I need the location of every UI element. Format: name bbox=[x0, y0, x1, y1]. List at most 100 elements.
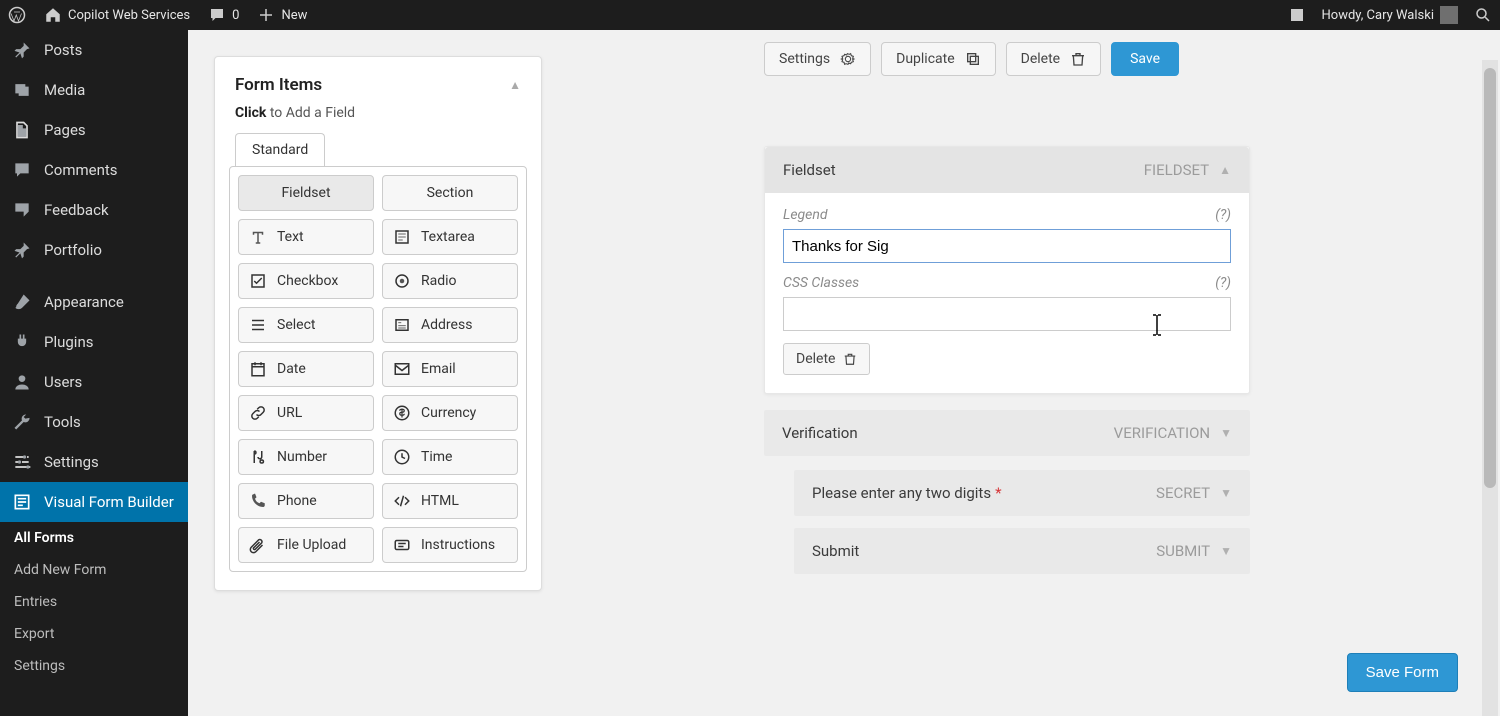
page-icon bbox=[12, 120, 32, 140]
block-submit[interactable]: Submit SUBMIT ▼ bbox=[794, 528, 1250, 574]
fi-label: Address bbox=[421, 317, 472, 333]
help-icon[interactable]: (?) bbox=[1215, 207, 1231, 223]
search-toggle[interactable] bbox=[1474, 6, 1492, 24]
sidebar-item-settings[interactable]: Settings bbox=[0, 442, 188, 482]
fi-email[interactable]: Email bbox=[382, 351, 518, 387]
submenu-add-new-form[interactable]: Add New Form bbox=[0, 554, 188, 586]
wordpress-icon bbox=[8, 6, 26, 24]
legend-input[interactable] bbox=[783, 229, 1231, 263]
sidebar-label: Feedback bbox=[44, 201, 109, 219]
submenu-settings[interactable]: Settings bbox=[0, 650, 188, 682]
comments-link[interactable]: 0 bbox=[208, 6, 239, 24]
fi-label: Section bbox=[427, 185, 474, 201]
fi-label: Checkbox bbox=[277, 273, 338, 289]
fi-section[interactable]: Section bbox=[382, 175, 518, 211]
fi-textarea[interactable]: Textarea bbox=[382, 219, 518, 255]
submenu-entries[interactable]: Entries bbox=[0, 586, 188, 618]
sidebar-item-comments[interactable]: Comments bbox=[0, 150, 188, 190]
css-classes-input[interactable] bbox=[783, 297, 1231, 331]
site-title: Copilot Web Services bbox=[68, 8, 190, 23]
chevron-down-icon[interactable]: ▼ bbox=[1220, 486, 1232, 500]
block-type: SECRET bbox=[1156, 484, 1210, 502]
scrollbar-thumb[interactable] bbox=[1484, 68, 1496, 488]
duplicate-button[interactable]: Duplicate bbox=[881, 42, 996, 76]
site-link[interactable]: Copilot Web Services bbox=[44, 6, 190, 24]
fi-html[interactable]: HTML bbox=[382, 483, 518, 519]
notifications[interactable] bbox=[1288, 6, 1306, 24]
sidebar-label: Pages bbox=[44, 121, 86, 139]
fi-select[interactable]: Select bbox=[238, 307, 374, 343]
block-delete-button[interactable]: Delete bbox=[783, 343, 870, 375]
verification-children: Please enter any two digits* SECRET ▼ Su… bbox=[764, 456, 1250, 600]
fi-label: Fieldset bbox=[281, 185, 330, 201]
chevron-down-icon[interactable]: ▼ bbox=[1220, 426, 1232, 440]
fi-instructions[interactable]: Instructions bbox=[382, 527, 518, 563]
gear-icon bbox=[840, 51, 856, 67]
sidebar-label: Appearance bbox=[44, 293, 124, 311]
delete-button[interactable]: Delete bbox=[1006, 42, 1101, 76]
adminbar: Copilot Web Services 0 New Howdy, Cary W… bbox=[0, 0, 1500, 30]
sidebar-item-visual-form-builder[interactable]: Visual Form Builder bbox=[0, 482, 188, 522]
new-label: New bbox=[281, 8, 307, 23]
fi-fieldset[interactable]: Fieldset bbox=[238, 175, 374, 211]
submenu-all-forms[interactable]: All Forms bbox=[0, 522, 188, 554]
save-button[interactable]: Save bbox=[1111, 42, 1179, 76]
wrench-icon bbox=[12, 412, 32, 432]
chevron-down-icon[interactable]: ▼ bbox=[1220, 544, 1232, 558]
form-items-panel: Form Items▲ Click to Add a Field Standar… bbox=[214, 56, 542, 591]
select-icon bbox=[249, 316, 267, 334]
sidebar-item-portfolio[interactable]: Portfolio bbox=[0, 230, 188, 270]
block-header[interactable]: Fieldset FIELDSET ▲ bbox=[765, 147, 1249, 193]
block-verification-wrap: Verification VERIFICATION ▼ Please enter… bbox=[764, 410, 1250, 600]
fi-radio[interactable]: Radio bbox=[382, 263, 518, 299]
block-fieldset[interactable]: Fieldset FIELDSET ▲ Legend(?) CSS Classe… bbox=[764, 146, 1250, 394]
fi-address[interactable]: Address bbox=[382, 307, 518, 343]
fi-time[interactable]: Time bbox=[382, 439, 518, 475]
panel-collapse-icon[interactable]: ▲ bbox=[509, 78, 521, 92]
fi-url[interactable]: URL bbox=[238, 395, 374, 431]
comment-icon bbox=[208, 6, 226, 24]
css-classes-label: CSS Classes(?) bbox=[783, 275, 1231, 291]
sidebar-item-posts[interactable]: Posts bbox=[0, 30, 188, 70]
home-icon bbox=[44, 6, 62, 24]
submenu-export[interactable]: Export bbox=[0, 618, 188, 650]
fi-phone[interactable]: Phone bbox=[238, 483, 374, 519]
wp-logo[interactable] bbox=[8, 6, 26, 24]
help-icon[interactable]: (?) bbox=[1215, 275, 1231, 291]
fi-number[interactable]: Number bbox=[238, 439, 374, 475]
pin-icon bbox=[12, 240, 32, 260]
required-marker: * bbox=[995, 484, 1001, 502]
html-icon bbox=[393, 492, 411, 510]
chevron-up-icon[interactable]: ▲ bbox=[1219, 163, 1231, 177]
sidebar-item-pages[interactable]: Pages bbox=[0, 110, 188, 150]
block-title: Please enter any two digits bbox=[812, 484, 991, 502]
fi-checkbox[interactable]: Checkbox bbox=[238, 263, 374, 299]
tab-standard[interactable]: Standard bbox=[235, 133, 325, 166]
settings-button[interactable]: Settings bbox=[764, 42, 871, 76]
block-verification[interactable]: Verification VERIFICATION ▼ bbox=[764, 410, 1250, 456]
scrollbar[interactable] bbox=[1482, 60, 1498, 716]
sidebar-item-media[interactable]: Media bbox=[0, 70, 188, 110]
textarea-icon bbox=[393, 228, 411, 246]
fi-text[interactable]: Text bbox=[238, 219, 374, 255]
new-link[interactable]: New bbox=[257, 6, 307, 24]
sidebar-item-appearance[interactable]: Appearance bbox=[0, 282, 188, 322]
trash-icon bbox=[843, 352, 857, 366]
sidebar-item-users[interactable]: Users bbox=[0, 362, 188, 402]
sidebar-label: Posts bbox=[44, 41, 82, 59]
block-secret[interactable]: Please enter any two digits* SECRET ▼ bbox=[794, 470, 1250, 516]
btn-label: Settings bbox=[779, 51, 830, 67]
form-items-title: Form Items▲ bbox=[215, 57, 541, 105]
sidebar-item-feedback[interactable]: Feedback bbox=[0, 190, 188, 230]
fi-date[interactable]: Date bbox=[238, 351, 374, 387]
fi-currency[interactable]: Currency bbox=[382, 395, 518, 431]
sidebar-item-tools[interactable]: Tools bbox=[0, 402, 188, 442]
sidebar-item-plugins[interactable]: Plugins bbox=[0, 322, 188, 362]
fi-file-upload[interactable]: File Upload bbox=[238, 527, 374, 563]
legend-label: Legend(?) bbox=[783, 207, 1231, 223]
text-icon bbox=[249, 228, 267, 246]
form-items-grid: Fieldset Section Text Textarea Checkbox … bbox=[229, 166, 527, 572]
save-form-button[interactable]: Save Form bbox=[1347, 653, 1458, 692]
fi-label: HTML bbox=[421, 493, 459, 509]
howdy-link[interactable]: Howdy, Cary Walski bbox=[1322, 6, 1459, 24]
